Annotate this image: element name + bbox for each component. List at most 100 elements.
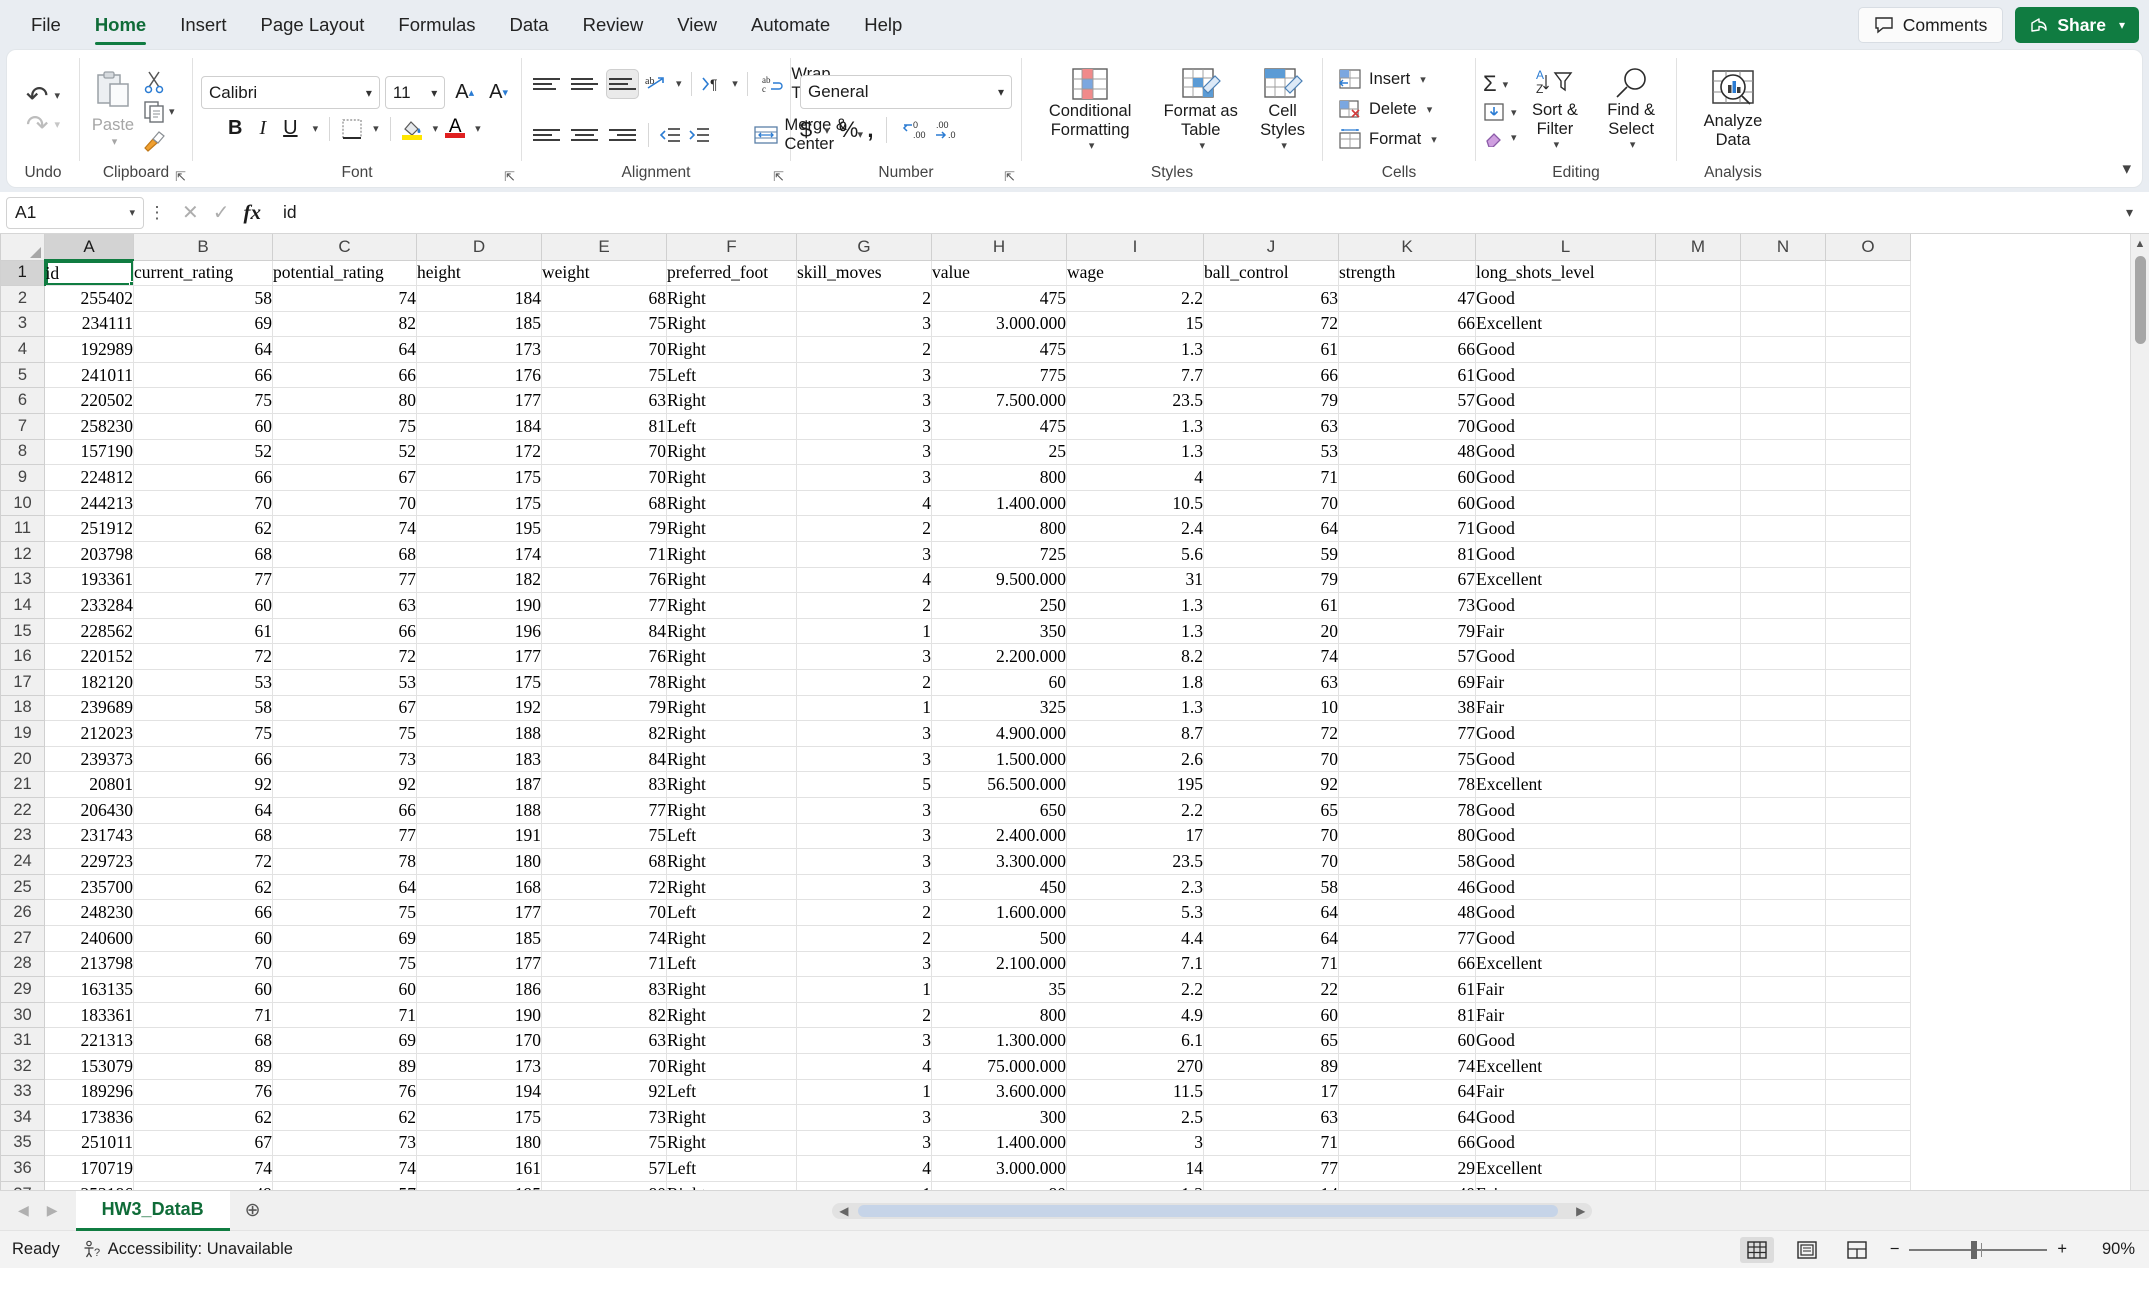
ribbon-tab-file[interactable]: File [14, 0, 78, 50]
data-cell[interactable]: Right [666, 489, 797, 517]
undo-button[interactable]: ↶ ▾ [26, 82, 60, 109]
data-cell[interactable]: 71 [133, 1001, 273, 1029]
format-as-table-chevron-down-icon[interactable]: ▾ [1199, 140, 1205, 153]
empty-cell[interactable] [1655, 796, 1741, 824]
borders-button[interactable] [341, 118, 363, 140]
data-cell[interactable]: 75 [541, 822, 667, 850]
data-cell[interactable]: 220502 [44, 387, 134, 415]
data-cell[interactable]: 190 [416, 1001, 542, 1029]
data-cell[interactable]: 188 [416, 796, 542, 824]
data-cell[interactable]: 175 [416, 1104, 542, 1131]
data-cell[interactable]: 188 [416, 720, 542, 747]
insert-cells-button[interactable]: Insert ▾ [1332, 65, 1432, 93]
empty-cell[interactable] [1655, 643, 1741, 670]
zoom-track[interactable] [1909, 1240, 2048, 1259]
empty-cell[interactable] [1740, 515, 1826, 543]
data-cell[interactable]: 75 [272, 720, 417, 747]
page-layout-view-button[interactable] [1790, 1237, 1824, 1263]
fill-color-button[interactable] [402, 118, 423, 140]
data-cell[interactable]: 66 [133, 745, 273, 773]
empty-cell[interactable] [1740, 464, 1826, 491]
data-cell[interactable]: 69 [272, 1027, 417, 1054]
data-cell[interactable]: 60 [133, 592, 273, 619]
data-cell[interactable]: 78 [1338, 796, 1476, 824]
data-cell[interactable]: 70 [1338, 413, 1476, 440]
underline-chevron-down-icon[interactable]: ▾ [313, 122, 319, 135]
data-cell[interactable]: Good [1475, 720, 1656, 747]
number-dialog-launcher-icon[interactable]: ⇱ [1004, 169, 1015, 185]
column-header-i[interactable]: I [1066, 234, 1204, 261]
empty-cell[interactable] [1825, 1129, 1911, 1157]
autosum-button[interactable]: Σ ▾ [1483, 71, 1517, 97]
data-cell[interactable]: 182 [416, 566, 542, 594]
data-cell[interactable]: 61 [1338, 361, 1476, 389]
data-cell[interactable]: 177 [416, 643, 542, 670]
data-cell[interactable]: 3 [796, 720, 932, 747]
data-cell[interactable]: 60 [1338, 1027, 1476, 1054]
data-cell[interactable]: 192989 [44, 336, 134, 363]
ribbon-tab-automate[interactable]: Automate [734, 0, 847, 50]
page-break-preview-button[interactable] [1840, 1237, 1874, 1263]
data-cell[interactable]: 153079 [44, 1052, 134, 1080]
row-header-10[interactable]: 10 [0, 489, 45, 517]
data-cell[interactable]: Left [666, 1155, 797, 1182]
decrease-font-size-button[interactable]: A ▾ [484, 79, 513, 106]
data-cell[interactable]: 75 [272, 950, 417, 978]
data-cell[interactable]: Good [1475, 541, 1656, 568]
data-cell[interactable]: 170719 [44, 1155, 134, 1182]
data-cell[interactable]: 79 [541, 515, 667, 543]
empty-cell[interactable] [1655, 566, 1741, 594]
data-cell[interactable]: 64 [1203, 899, 1339, 926]
data-cell[interactable]: 66 [272, 796, 417, 824]
data-cell[interactable]: 61 [1203, 592, 1339, 619]
align-center-button[interactable] [568, 120, 601, 150]
row-header-22[interactable]: 22 [0, 796, 45, 824]
empty-cell[interactable] [1825, 643, 1911, 670]
font-size-input[interactable]: 11 ▾ [384, 76, 446, 109]
data-cell[interactable]: 650 [931, 796, 1067, 824]
align-left-button[interactable] [530, 120, 563, 150]
data-cell[interactable]: 66 [272, 361, 417, 389]
data-cell[interactable]: Fair [1475, 1078, 1656, 1106]
data-cell[interactable]: 15 [1066, 310, 1204, 338]
data-cell[interactable]: 3 [796, 822, 932, 850]
empty-cell[interactable] [1825, 259, 1911, 287]
data-cell[interactable]: 63 [1203, 413, 1339, 440]
data-cell[interactable]: Right [666, 873, 797, 901]
data-cell[interactable]: 500 [931, 924, 1067, 952]
empty-cell[interactable] [1825, 566, 1911, 594]
empty-cell[interactable] [1740, 771, 1826, 798]
data-cell[interactable]: 3 [796, 745, 932, 773]
column-header-l[interactable]: L [1475, 234, 1656, 261]
data-cell[interactable]: Right [666, 387, 797, 415]
data-cell[interactable]: 79 [1203, 387, 1339, 415]
data-cell[interactable]: 203798 [44, 541, 134, 568]
data-cell[interactable]: 3 [796, 848, 932, 875]
data-cell[interactable]: 70 [1203, 489, 1339, 517]
data-cell[interactable]: 180 [416, 848, 542, 875]
data-cell[interactable]: 89 [133, 1052, 273, 1080]
decrease-decimal-button[interactable]: .00.0 [935, 119, 961, 141]
data-cell[interactable]: 229723 [44, 848, 134, 875]
data-cell[interactable]: Excellent [1475, 1155, 1656, 1182]
data-cell[interactable]: 2.3 [1066, 873, 1204, 901]
data-cell[interactable]: 475 [931, 285, 1067, 312]
data-cell[interactable]: 52 [133, 438, 273, 466]
data-cell[interactable]: 175 [416, 669, 542, 696]
zoom-level[interactable]: 90% [2083, 1240, 2135, 1259]
next-sheet-icon[interactable]: ▶ [47, 1202, 58, 1219]
empty-cell[interactable] [1825, 464, 1911, 491]
data-cell[interactable]: 213798 [44, 950, 134, 978]
data-cell[interactable]: 258230 [44, 413, 134, 440]
data-cell[interactable]: 1.400.000 [931, 489, 1067, 517]
selected-cell-a1[interactable]: id [44, 259, 134, 287]
zoom-out-button[interactable]: − [1890, 1240, 1900, 1259]
empty-cell[interactable] [1825, 413, 1911, 440]
fill-handle[interactable] [129, 281, 133, 285]
row-header-4[interactable]: 4 [0, 336, 45, 363]
data-cell[interactable]: Good [1475, 1027, 1656, 1054]
data-cell[interactable]: 48 [1338, 899, 1476, 926]
text-direction-button[interactable]: ¶ [700, 74, 724, 94]
column-header-j[interactable]: J [1203, 234, 1339, 261]
row-header-36[interactable]: 36 [0, 1155, 45, 1182]
